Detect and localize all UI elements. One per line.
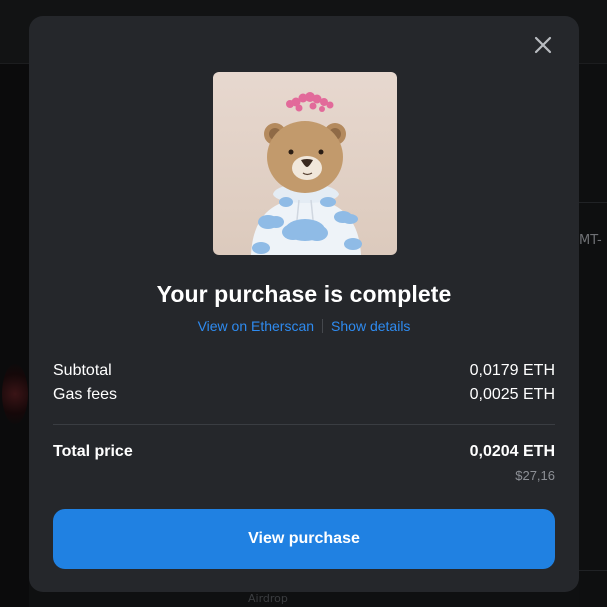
close-button[interactable] bbox=[532, 34, 554, 56]
total-price-row: Total price 0,0204 ETH bbox=[53, 443, 555, 463]
subtotal-value: 0,0179 ETH bbox=[469, 362, 555, 379]
purchase-complete-modal: Your purchase is complete View on Ethers… bbox=[29, 16, 579, 592]
total-price-label: Total price bbox=[53, 443, 133, 460]
background-right-panel bbox=[579, 64, 607, 607]
nft-image bbox=[213, 72, 397, 255]
total-price-value: 0,0204 ETH bbox=[469, 443, 555, 460]
show-details-link[interactable]: Show details bbox=[331, 318, 410, 334]
summary-divider bbox=[53, 424, 555, 425]
background-divider bbox=[579, 570, 607, 571]
view-on-etherscan-link[interactable]: View on Etherscan bbox=[198, 318, 314, 334]
modal-title: Your purchase is complete bbox=[156, 281, 452, 307]
background-bottom-text: Airdrop bbox=[248, 592, 288, 605]
subtotal-row: Subtotal 0,0179 ETH bbox=[53, 362, 555, 382]
background-divider bbox=[579, 202, 607, 203]
close-icon bbox=[534, 36, 552, 54]
teddy-bear-nft-image bbox=[251, 92, 362, 255]
subtotal-label: Subtotal bbox=[53, 362, 112, 379]
view-purchase-button[interactable]: View purchase bbox=[53, 509, 555, 569]
transaction-links: View on Etherscan Show details bbox=[29, 318, 579, 334]
link-separator bbox=[322, 319, 324, 333]
background-right-text: MT- bbox=[579, 233, 602, 248]
total-price-usd: $27,16 bbox=[515, 468, 555, 483]
background-left-panel bbox=[0, 64, 29, 607]
background-image-fragment bbox=[2, 364, 28, 424]
gas-fees-value: 0,0025 ETH bbox=[469, 386, 555, 403]
gas-fees-label: Gas fees bbox=[53, 386, 118, 403]
gas-fees-row: Gas fees 0,0025 ETH bbox=[53, 386, 555, 406]
